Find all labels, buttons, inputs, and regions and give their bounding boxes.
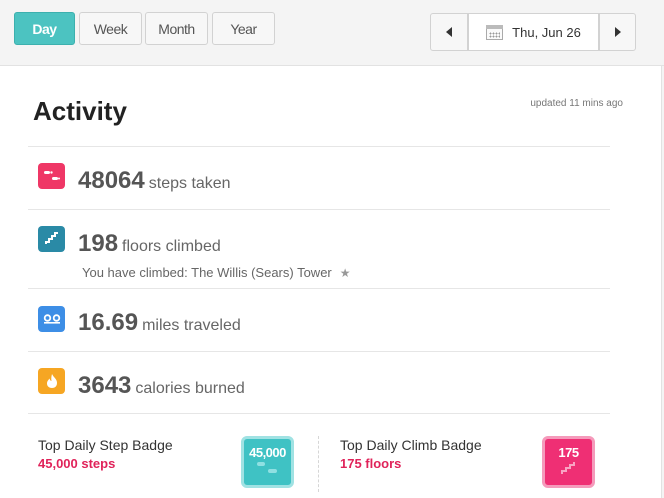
distance-metric: 16.69 miles traveled: [78, 309, 241, 337]
badges-divider-line: [28, 413, 610, 414]
footsteps-icon: [38, 163, 65, 189]
current-date: Thu, Jun 26: [512, 24, 581, 40]
tab-month[interactable]: Month: [145, 12, 208, 45]
floors-metric: 198 floors climbed: [78, 230, 221, 258]
activity-card: Activity updated 11 mins ago 48064 steps …: [0, 66, 662, 498]
star-icon[interactable]: ★: [340, 266, 351, 280]
next-day-button[interactable]: [599, 13, 636, 51]
steps-value: 48064: [78, 167, 145, 194]
badge-divider: [318, 436, 319, 492]
updated-timestamp: updated 11 mins ago: [530, 98, 623, 109]
distance-unit: miles traveled: [142, 317, 241, 334]
stairs-badge-icon: [560, 462, 575, 474]
floors-unit: floors climbed: [122, 238, 221, 255]
calories-row: 3643 calories burned: [28, 351, 610, 413]
page-title: Activity: [33, 96, 127, 126]
step-badge-number: 45,000: [249, 445, 286, 460]
floors-value: 198: [78, 230, 119, 257]
distance-icon: [38, 306, 65, 332]
distance-row: 16.69 miles traveled: [28, 288, 610, 351]
steps-unit: steps taken: [148, 175, 231, 192]
date-picker[interactable]: Thu, Jun 26: [468, 13, 599, 51]
steps-metric: 48064 steps taken: [78, 167, 231, 195]
step-badge[interactable]: 45,000: [241, 436, 294, 488]
climb-achievement-text: You have climbed: The Willis (Sears) Tow…: [82, 265, 332, 280]
arrow-right-icon: [614, 27, 621, 37]
climb-badge-number: 175: [558, 445, 579, 460]
step-badge-label: Top Daily Step Badge: [38, 437, 173, 453]
previous-day-button[interactable]: [430, 13, 468, 51]
floors-row: 198 floors climbed You have climbed: The …: [28, 209, 610, 288]
tab-week[interactable]: Week: [79, 12, 142, 45]
arrow-left-icon: [446, 27, 452, 37]
tab-year[interactable]: Year: [212, 12, 275, 45]
calories-metric: 3643 calories burned: [78, 372, 245, 400]
climb-badge-label: Top Daily Climb Badge: [340, 437, 482, 453]
step-badge-value: 45,000 steps: [38, 456, 116, 471]
steps-row: 48064 steps taken: [28, 146, 610, 209]
calories-value: 3643: [78, 372, 132, 399]
toolbar: Day Week Month Year Thu, Jun 26: [0, 0, 664, 66]
tab-day[interactable]: Day: [14, 12, 75, 45]
climb-achievement: You have climbed: The Willis (Sears) Tow…: [82, 265, 351, 280]
climb-badge[interactable]: 175: [542, 436, 595, 488]
climb-badge-value: 175 floors: [340, 456, 402, 471]
stairs-icon: [38, 226, 65, 252]
footsteps-badge-icon: [256, 462, 277, 473]
flame-icon: [38, 368, 65, 394]
calendar-icon: [486, 24, 504, 40]
distance-value: 16.69: [78, 309, 139, 336]
calories-unit: calories burned: [135, 380, 245, 397]
